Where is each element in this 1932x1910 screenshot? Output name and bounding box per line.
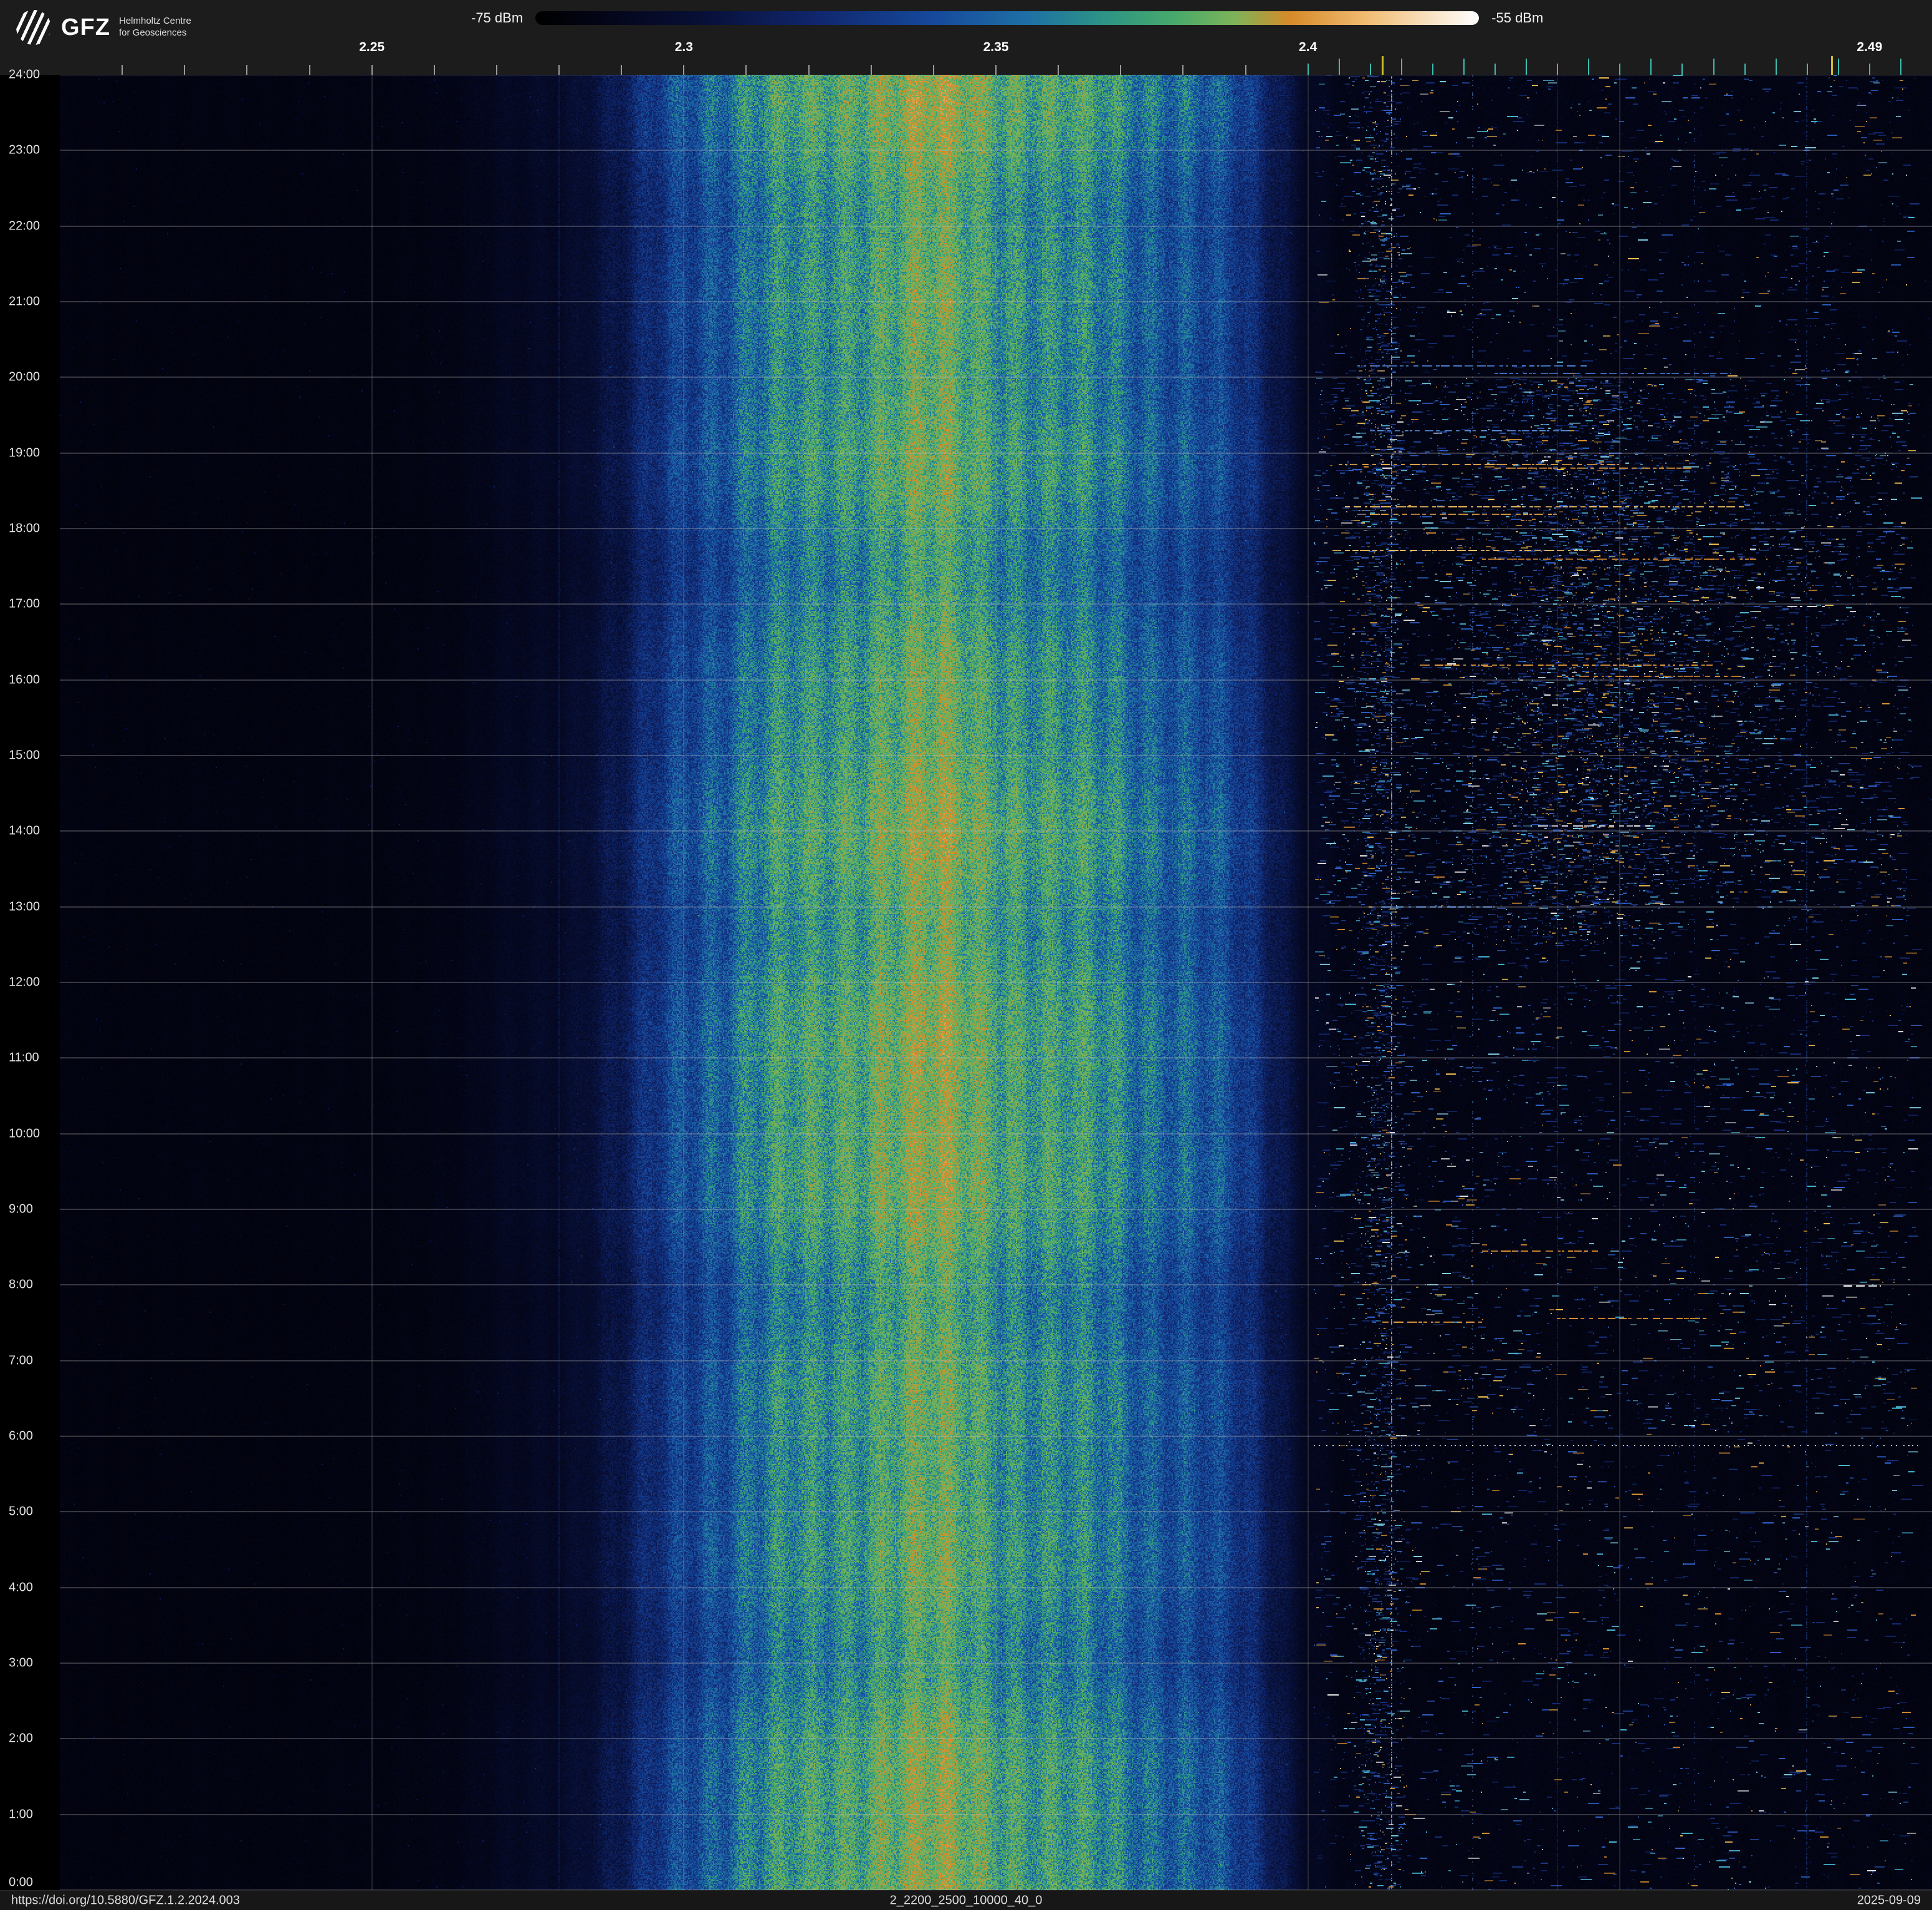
x-axis-tick xyxy=(1463,59,1465,75)
time-label: 7:00 xyxy=(9,1353,33,1368)
x-axis-tick xyxy=(1713,59,1714,75)
time-label: 9:00 xyxy=(9,1202,33,1216)
x-axis-tick xyxy=(1369,64,1371,75)
x-axis-tick xyxy=(1619,64,1621,75)
time-label: 17:00 xyxy=(9,597,41,611)
x-axis-tick xyxy=(1806,64,1808,75)
time-label: 23:00 xyxy=(9,143,41,157)
x-axis-tick xyxy=(1058,65,1059,75)
x-axis-tick xyxy=(1588,59,1590,75)
x-axis-tick xyxy=(745,65,747,75)
time-label: 6:00 xyxy=(9,1429,33,1443)
x-axis-tick xyxy=(1837,59,1839,75)
time-label: 1:00 xyxy=(9,1807,33,1821)
dataset-name: 2_2200_2500_10000_40_0 xyxy=(889,1893,1043,1907)
gridline-vertical xyxy=(995,75,997,1890)
time-label: 8:00 xyxy=(9,1277,33,1292)
x-axis-tick xyxy=(1400,59,1402,75)
x-axis-tick xyxy=(870,65,872,75)
x-axis-tick xyxy=(995,65,997,75)
doi-text: https://doi.org/10.5880/GFZ.1.2.2024.003 xyxy=(11,1893,240,1907)
x-axis-tick xyxy=(1307,64,1309,75)
time-label: 13:00 xyxy=(9,900,41,914)
time-label: 14:00 xyxy=(9,823,41,838)
time-label: 18:00 xyxy=(9,521,41,535)
time-label: 2:00 xyxy=(9,1731,33,1745)
x-axis-tick xyxy=(1432,64,1433,75)
time-label: 12:00 xyxy=(9,975,41,989)
time-label: 0:00 xyxy=(9,1875,33,1889)
x-tick-label: 2.4 xyxy=(1299,40,1317,54)
x-tick-label: 2.49 xyxy=(1857,40,1883,54)
x-axis-tick xyxy=(1338,59,1340,75)
x-axis-tick xyxy=(308,65,310,75)
x-tick-label: 2.3 xyxy=(674,40,693,54)
gridline-vertical xyxy=(683,75,685,1890)
x-axis-tick xyxy=(1382,56,1384,75)
x-axis-tick xyxy=(808,65,810,75)
time-label: 22:00 xyxy=(9,219,41,233)
x-axis-tick xyxy=(1900,59,1901,75)
time-label: 21:00 xyxy=(9,294,41,309)
x-axis-tick xyxy=(932,65,934,75)
x-axis-tick xyxy=(683,65,685,75)
gridline-vertical xyxy=(1307,75,1309,1890)
x-axis-tick xyxy=(184,65,186,75)
time-label: 10:00 xyxy=(9,1126,41,1141)
x-axis-tick xyxy=(495,65,497,75)
x-axis-tick xyxy=(1526,59,1528,75)
x-axis-tick xyxy=(1494,64,1496,75)
footer-bar: https://doi.org/10.5880/GFZ.1.2.2024.003… xyxy=(0,1890,1932,1910)
x-axis-tick xyxy=(1557,64,1559,75)
x-axis-tick xyxy=(1245,65,1246,75)
time-label: 11:00 xyxy=(9,1050,39,1065)
time-axis: 24:00 23:00 22:00 21:00 20:00 19:00 18:00 17:00… xyxy=(0,68,60,1890)
time-label: 24:00 xyxy=(9,67,41,82)
date-text: 2025-09-09 xyxy=(1857,1893,1921,1907)
time-label: 5:00 xyxy=(9,1504,33,1519)
x-axis-tick xyxy=(1868,64,1870,75)
x-axis-tick xyxy=(558,65,560,75)
gfz-logo-icon xyxy=(16,10,51,45)
x-axis-tick xyxy=(1744,64,1746,75)
x-axis-tick xyxy=(1775,59,1777,75)
x-axis-tick xyxy=(1681,64,1683,75)
x-axis-tick xyxy=(433,65,435,75)
x-tick-label: 2.35 xyxy=(983,40,1009,54)
time-label: 19:00 xyxy=(9,446,41,460)
time-label: 3:00 xyxy=(9,1656,33,1670)
x-axis-tick xyxy=(246,65,248,75)
time-label: 15:00 xyxy=(9,748,41,762)
x-axis-tick xyxy=(1182,65,1184,75)
x-axis-tick xyxy=(621,65,623,75)
gridline-vertical xyxy=(1619,75,1621,1890)
x-axis-tick xyxy=(1831,56,1834,75)
x-axis-tick xyxy=(371,65,373,75)
frequency-axis: 2.25 2.3 2.35 2.4 2.49 xyxy=(60,0,1932,75)
gridline-vertical xyxy=(371,75,373,1890)
x-axis-tick xyxy=(122,65,123,75)
x-tick-label: 2.25 xyxy=(359,40,385,54)
time-label: 4:00 xyxy=(9,1580,33,1595)
plot-area xyxy=(60,75,1932,1890)
time-label: 20:00 xyxy=(9,370,41,384)
x-axis-tick xyxy=(1650,59,1652,75)
x-axis-tick xyxy=(1120,65,1122,75)
time-label: 16:00 xyxy=(9,673,41,687)
